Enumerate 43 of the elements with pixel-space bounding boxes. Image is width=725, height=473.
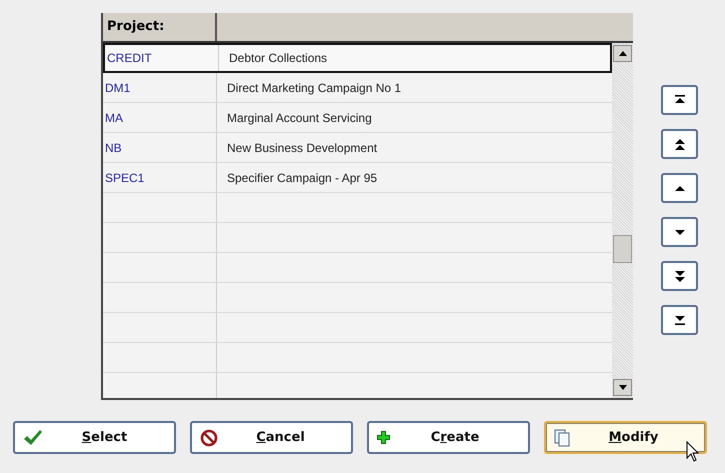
checkmark-icon xyxy=(23,428,43,446)
table-row[interactable]: MA Marginal Account Servicing xyxy=(103,103,612,133)
up-arrow-icon xyxy=(674,138,684,150)
table-cell-text: Specifier Campaign - Apr 95 xyxy=(227,170,378,186)
table-cell-text: Direct Marketing Campaign No 1 xyxy=(227,80,402,96)
navigation-button[interactable] xyxy=(661,173,698,203)
down-arrow-icon xyxy=(618,385,626,390)
column-header[interactable]: Project: xyxy=(103,13,217,41)
cancel-button[interactable]: Cancel xyxy=(190,421,353,454)
table-row[interactable]: CREDIT Debtor Collections xyxy=(103,43,612,73)
navigation-button[interactable] xyxy=(661,129,698,159)
table-row[interactable]: NB New Business Development xyxy=(103,133,612,163)
navigation-button[interactable] xyxy=(661,261,698,291)
table-cell-text: New Business Development xyxy=(227,140,378,156)
table-row[interactable]: DM1 Direct Marketing Campaign No 1 xyxy=(103,73,612,103)
navigation-button[interactable] xyxy=(661,305,698,335)
up-arrow-icon xyxy=(618,51,626,56)
mouse-cursor-icon xyxy=(686,441,700,463)
table-cell-text: NB xyxy=(105,140,122,156)
prohibited-icon xyxy=(200,428,218,446)
modify-button[interactable]: Modify xyxy=(544,421,707,454)
navigation-button[interactable] xyxy=(661,217,698,247)
select-button[interactable]: Select xyxy=(13,421,176,454)
scroll-up-button[interactable] xyxy=(613,45,632,62)
table-cell-text: Marginal Account Servicing xyxy=(227,110,372,126)
up-arrow-icon xyxy=(674,94,684,106)
down-arrow-icon xyxy=(674,270,684,282)
down-arrow-icon xyxy=(674,316,684,324)
scroll-down-button[interactable] xyxy=(613,379,632,396)
create-button[interactable]: Create xyxy=(367,421,530,454)
documents-icon xyxy=(554,428,570,446)
table-cell-text: DM1 xyxy=(105,80,130,96)
table-cell-text: CREDIT xyxy=(107,50,152,67)
up-arrow-icon xyxy=(674,186,684,190)
plus-icon xyxy=(377,431,390,444)
scrollbar-thumb[interactable] xyxy=(613,235,632,263)
table-row[interactable]: SPEC1 Specifier Campaign - Apr 95 xyxy=(103,163,612,193)
table-cell-text: Debtor Collections xyxy=(229,50,328,67)
table-cell-text: MA xyxy=(105,110,123,126)
table-cell-text: SPEC1 xyxy=(105,170,144,186)
down-arrow-icon xyxy=(674,230,684,234)
scrollbar[interactable] xyxy=(612,43,633,398)
navigation-button[interactable] xyxy=(661,85,698,115)
